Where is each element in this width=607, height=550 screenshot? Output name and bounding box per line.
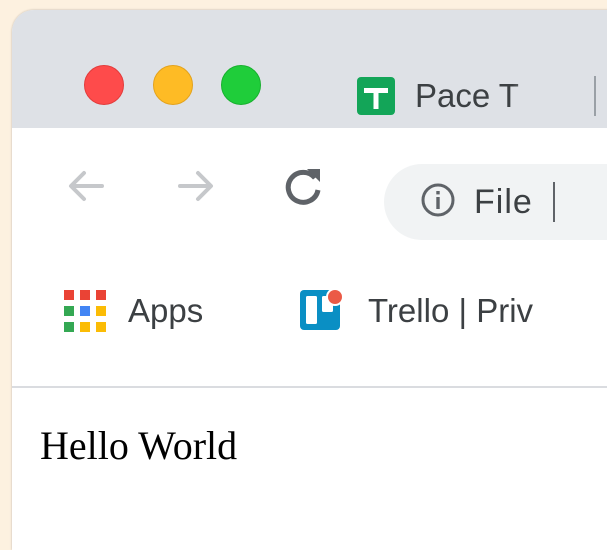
title-bar: Pace T (12, 10, 607, 129)
close-window-button[interactable] (84, 65, 124, 105)
browser-toolbar: File (12, 128, 607, 246)
bookmark-label: Apps (128, 292, 204, 329)
tab-separator (594, 76, 596, 116)
bookmark-label: Trello | Priv (368, 292, 534, 329)
google-sheets-icon (357, 77, 395, 115)
minimize-window-button[interactable] (153, 65, 193, 105)
address-bar-separator (552, 182, 555, 222)
tab-active[interactable]: Pace T (357, 72, 607, 120)
apps-grid-icon (64, 290, 106, 332)
toolbar-divider (12, 386, 607, 388)
info-icon[interactable] (420, 182, 456, 223)
reload-icon[interactable] (279, 162, 327, 210)
address-bar[interactable]: File (384, 164, 607, 240)
address-bar-text: File (474, 182, 533, 221)
trello-icon (300, 286, 346, 337)
browser-window: Pace T File Apps Trello | Priv Hello Wor… (12, 10, 607, 550)
page-content-text: Hello World (40, 423, 238, 468)
bookmark-apps[interactable]: Apps (64, 272, 203, 350)
arrow-left-icon[interactable] (62, 162, 110, 210)
arrow-right-icon[interactable] (172, 162, 220, 210)
maximize-window-button[interactable] (221, 65, 261, 105)
bookmark-trello[interactable]: Trello | Priv (300, 272, 533, 350)
bookmarks-bar: Apps Trello | Priv (12, 272, 607, 350)
tab-title: Pace T (415, 77, 519, 114)
